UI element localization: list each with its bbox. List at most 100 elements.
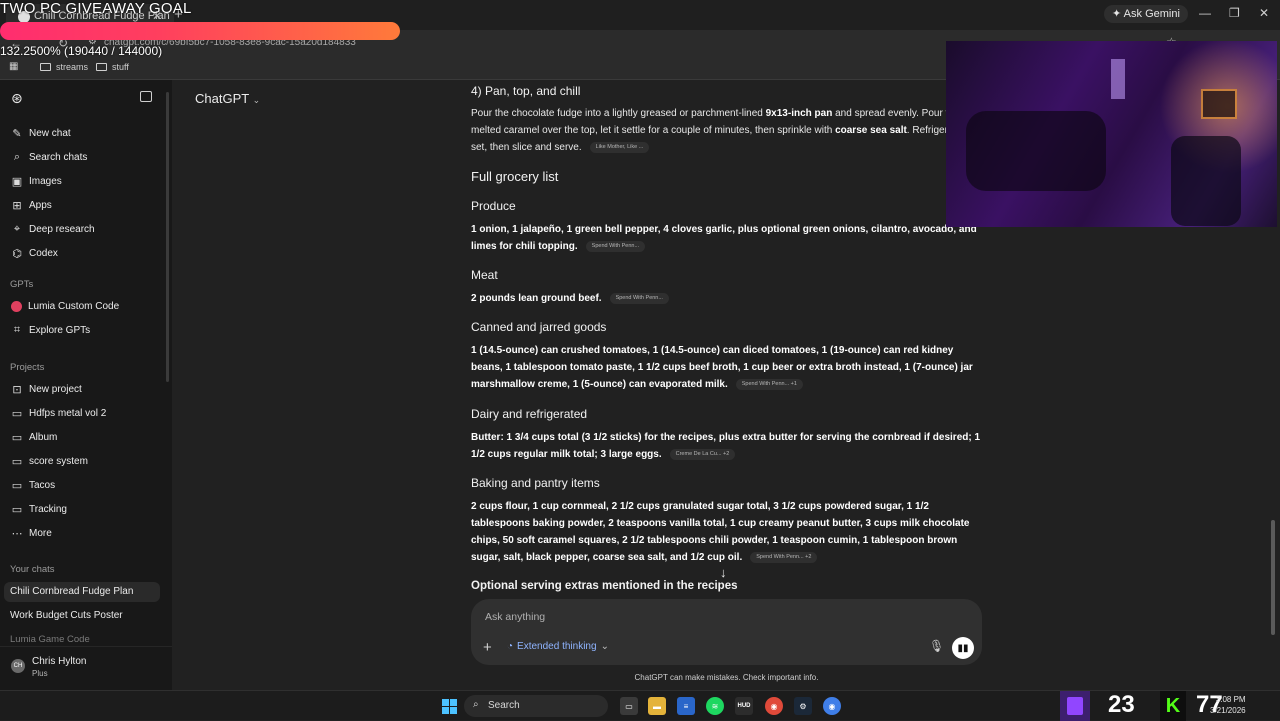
- dairy-heading: Dairy and refrigerated: [471, 407, 588, 421]
- search-icon: ⌕: [13, 150, 21, 163]
- step4-heading: 4) Pan, top, and chill: [471, 84, 581, 98]
- assistant-message: 4) Pan, top, and chill Pour the chocolat…: [471, 80, 986, 600]
- produce-heading: Produce: [471, 199, 516, 213]
- user-profile[interactable]: CH Chris Hylton Plus: [0, 646, 172, 690]
- system-clock[interactable]: 3:08 PM 3/21/2026: [1210, 694, 1246, 716]
- gpts-heading: GPTs: [10, 279, 34, 290]
- sidebar-item-lumia-custom-code[interactable]: Lumia Custom Code: [0, 295, 164, 317]
- citation-pill[interactable]: Spend With Penn... +2: [750, 551, 818, 563]
- produce-paragraph: 1 onion, 1 jalapeño, 1 green bell pepper…: [471, 224, 977, 252]
- chat-item[interactable]: Work Budget Cuts Poster: [4, 606, 160, 626]
- meat-heading: Meat: [471, 268, 498, 282]
- model-picker[interactable]: ChatGPT ⌄: [195, 91, 260, 106]
- sidebar-item-project[interactable]: ▭ Album: [0, 426, 164, 448]
- citation-pill[interactable]: Spend With Penn... +1: [735, 378, 803, 390]
- explore-icon: ⌗: [13, 323, 21, 336]
- composer: + ◔ Extended thinking ⌄ 🎙 ▮▮: [471, 599, 982, 665]
- folder-icon: [96, 63, 107, 71]
- sidebar-item-new-project[interactable]: ⊡ New project: [0, 378, 164, 400]
- giveaway-progress-bar: [0, 22, 400, 40]
- sidebar-item-explore-gpts[interactable]: ⌗ Explore GPTs: [0, 319, 164, 341]
- windows-start-icon[interactable]: [440, 697, 458, 715]
- sidebar-item-codex[interactable]: ⌬ Codex: [0, 242, 164, 264]
- taskbar-search[interactable]: ⌕ Search: [464, 695, 608, 717]
- gpt-avatar-icon: [11, 300, 22, 312]
- sidebar-scrollbar[interactable]: [166, 92, 169, 382]
- chats-heading: Your chats: [10, 564, 55, 575]
- voice-mode-button[interactable]: ▮▮: [952, 637, 974, 659]
- scroll-down-arrow-icon[interactable]: ↓: [720, 565, 727, 580]
- folder-icon: ▭: [11, 407, 23, 420]
- user-name: Chris Hylton: [32, 656, 87, 667]
- task-view-icon[interactable]: ▭: [620, 697, 638, 715]
- baking-paragraph: 2 cups flour, 1 cup cornmeal, 2 1/2 cups…: [471, 501, 970, 563]
- twitch-icon: [1060, 691, 1090, 721]
- close-window-icon[interactable]: ✕: [1259, 6, 1269, 20]
- openai-logo-icon[interactable]: ⊛: [11, 90, 23, 107]
- sidebar-item-project[interactable]: ▭ Hdfps metal vol 2: [0, 402, 164, 424]
- sidebar: ⊛ ✎ New chat ⌕ Search chats ▣ Images ⊞ A…: [0, 80, 172, 690]
- close-sidebar-icon[interactable]: [140, 91, 152, 102]
- taskbar: ⌕ Search ▭ ▬ ≡ ≋ HUD ◉ ⚙ ◉ 23 K 77 3:08 …: [0, 690, 1280, 721]
- add-attachment-button[interactable]: +: [483, 639, 492, 656]
- folder-icon: ▭: [11, 455, 23, 468]
- steam-icon[interactable]: ⚙: [794, 697, 812, 715]
- person-silhouette: [966, 111, 1106, 191]
- monitor-shape: [1201, 89, 1237, 119]
- hud-fx-icon[interactable]: HUD: [735, 697, 753, 715]
- new-folder-icon: ⊡: [12, 383, 22, 396]
- chrome-active-icon[interactable]: ◉: [823, 697, 841, 715]
- sidebar-item-more[interactable]: ⋯ More: [0, 522, 164, 544]
- giveaway-stats: 132.2500% (190440 / 144000): [0, 44, 163, 58]
- sidebar-item-apps[interactable]: ⊞ Apps: [0, 194, 164, 216]
- canned-heading: Canned and jarred goods: [471, 320, 607, 334]
- sidebar-item-project[interactable]: ▭ Tacos: [0, 474, 164, 496]
- user-plan: Plus: [32, 669, 48, 678]
- main-scrollbar[interactable]: [1271, 520, 1275, 635]
- folder-icon: ▭: [11, 503, 23, 516]
- maximize-icon[interactable]: ❐: [1229, 6, 1240, 20]
- research-icon: ⌖: [13, 222, 21, 235]
- prompt-input[interactable]: [485, 611, 885, 623]
- sparkle-icon: ✦: [1112, 8, 1122, 20]
- sidebar-item-deep-research[interactable]: ⌖ Deep research: [0, 218, 164, 240]
- notepad-icon[interactable]: ≡: [677, 697, 695, 715]
- folder-icon: ▭: [11, 479, 23, 492]
- sidebar-item-project[interactable]: ▭ Tracking: [0, 498, 164, 520]
- bookmark-folder-streams[interactable]: streams: [40, 62, 88, 72]
- apps-grid-icon[interactable]: ▦: [9, 61, 18, 72]
- window-light: [1111, 59, 1125, 99]
- sidebar-item-images[interactable]: ▣ Images: [0, 170, 164, 192]
- minimize-icon[interactable]: —: [1199, 6, 1211, 20]
- optional-heading: Optional serving extras mentioned in the…: [471, 580, 738, 592]
- chevron-down-icon: ⌄: [600, 641, 609, 652]
- spotify-icon[interactable]: ≋: [706, 697, 724, 715]
- image-icon: ▣: [11, 175, 23, 188]
- sidebar-item-search-chats[interactable]: ⌕ Search chats: [0, 146, 164, 168]
- chair-silhouette: [1171, 136, 1241, 226]
- chrome-icon[interactable]: ◉: [765, 697, 783, 715]
- bookmark-folder-stuff[interactable]: stuff: [96, 62, 129, 72]
- search-icon: ⌕: [473, 699, 479, 710]
- sidebar-item-project[interactable]: ▭ score system: [0, 450, 164, 472]
- citation-pill[interactable]: Spend With Penn...: [609, 292, 669, 304]
- step4-paragraph: Pour the chocolate fudge into a lightly …: [471, 108, 983, 153]
- viewer-count: 23: [1108, 691, 1135, 718]
- folder-icon: ▭: [11, 431, 23, 444]
- citation-pill[interactable]: Spend With Penn...: [585, 240, 646, 252]
- chat-item-active[interactable]: Chili Cornbread Fudge Plan: [4, 582, 160, 602]
- meat-paragraph: 2 pounds lean ground beef. Spend With Pen…: [471, 290, 983, 307]
- citation-pill[interactable]: Creme De La Cu... +2: [669, 448, 736, 460]
- chevron-down-icon: ⌄: [252, 95, 261, 105]
- extended-thinking-button[interactable]: ◔ Extended thinking ⌄: [507, 641, 609, 652]
- codex-icon: ⌬: [12, 247, 22, 260]
- microphone-icon[interactable]: 🎙: [929, 639, 944, 653]
- more-icon: ⋯: [11, 527, 23, 540]
- ask-gemini-button[interactable]: ✦ Ask Gemini: [1104, 5, 1188, 23]
- apps-icon: ⊞: [12, 199, 22, 212]
- chat-item[interactable]: Lumia Game Code: [4, 630, 160, 644]
- sidebar-item-new-chat[interactable]: ✎ New chat: [0, 122, 164, 144]
- citation-pill[interactable]: Like Mother, Like ...: [589, 141, 650, 153]
- grocery-heading: Full grocery list: [471, 169, 559, 184]
- file-explorer-icon[interactable]: ▬: [648, 697, 666, 715]
